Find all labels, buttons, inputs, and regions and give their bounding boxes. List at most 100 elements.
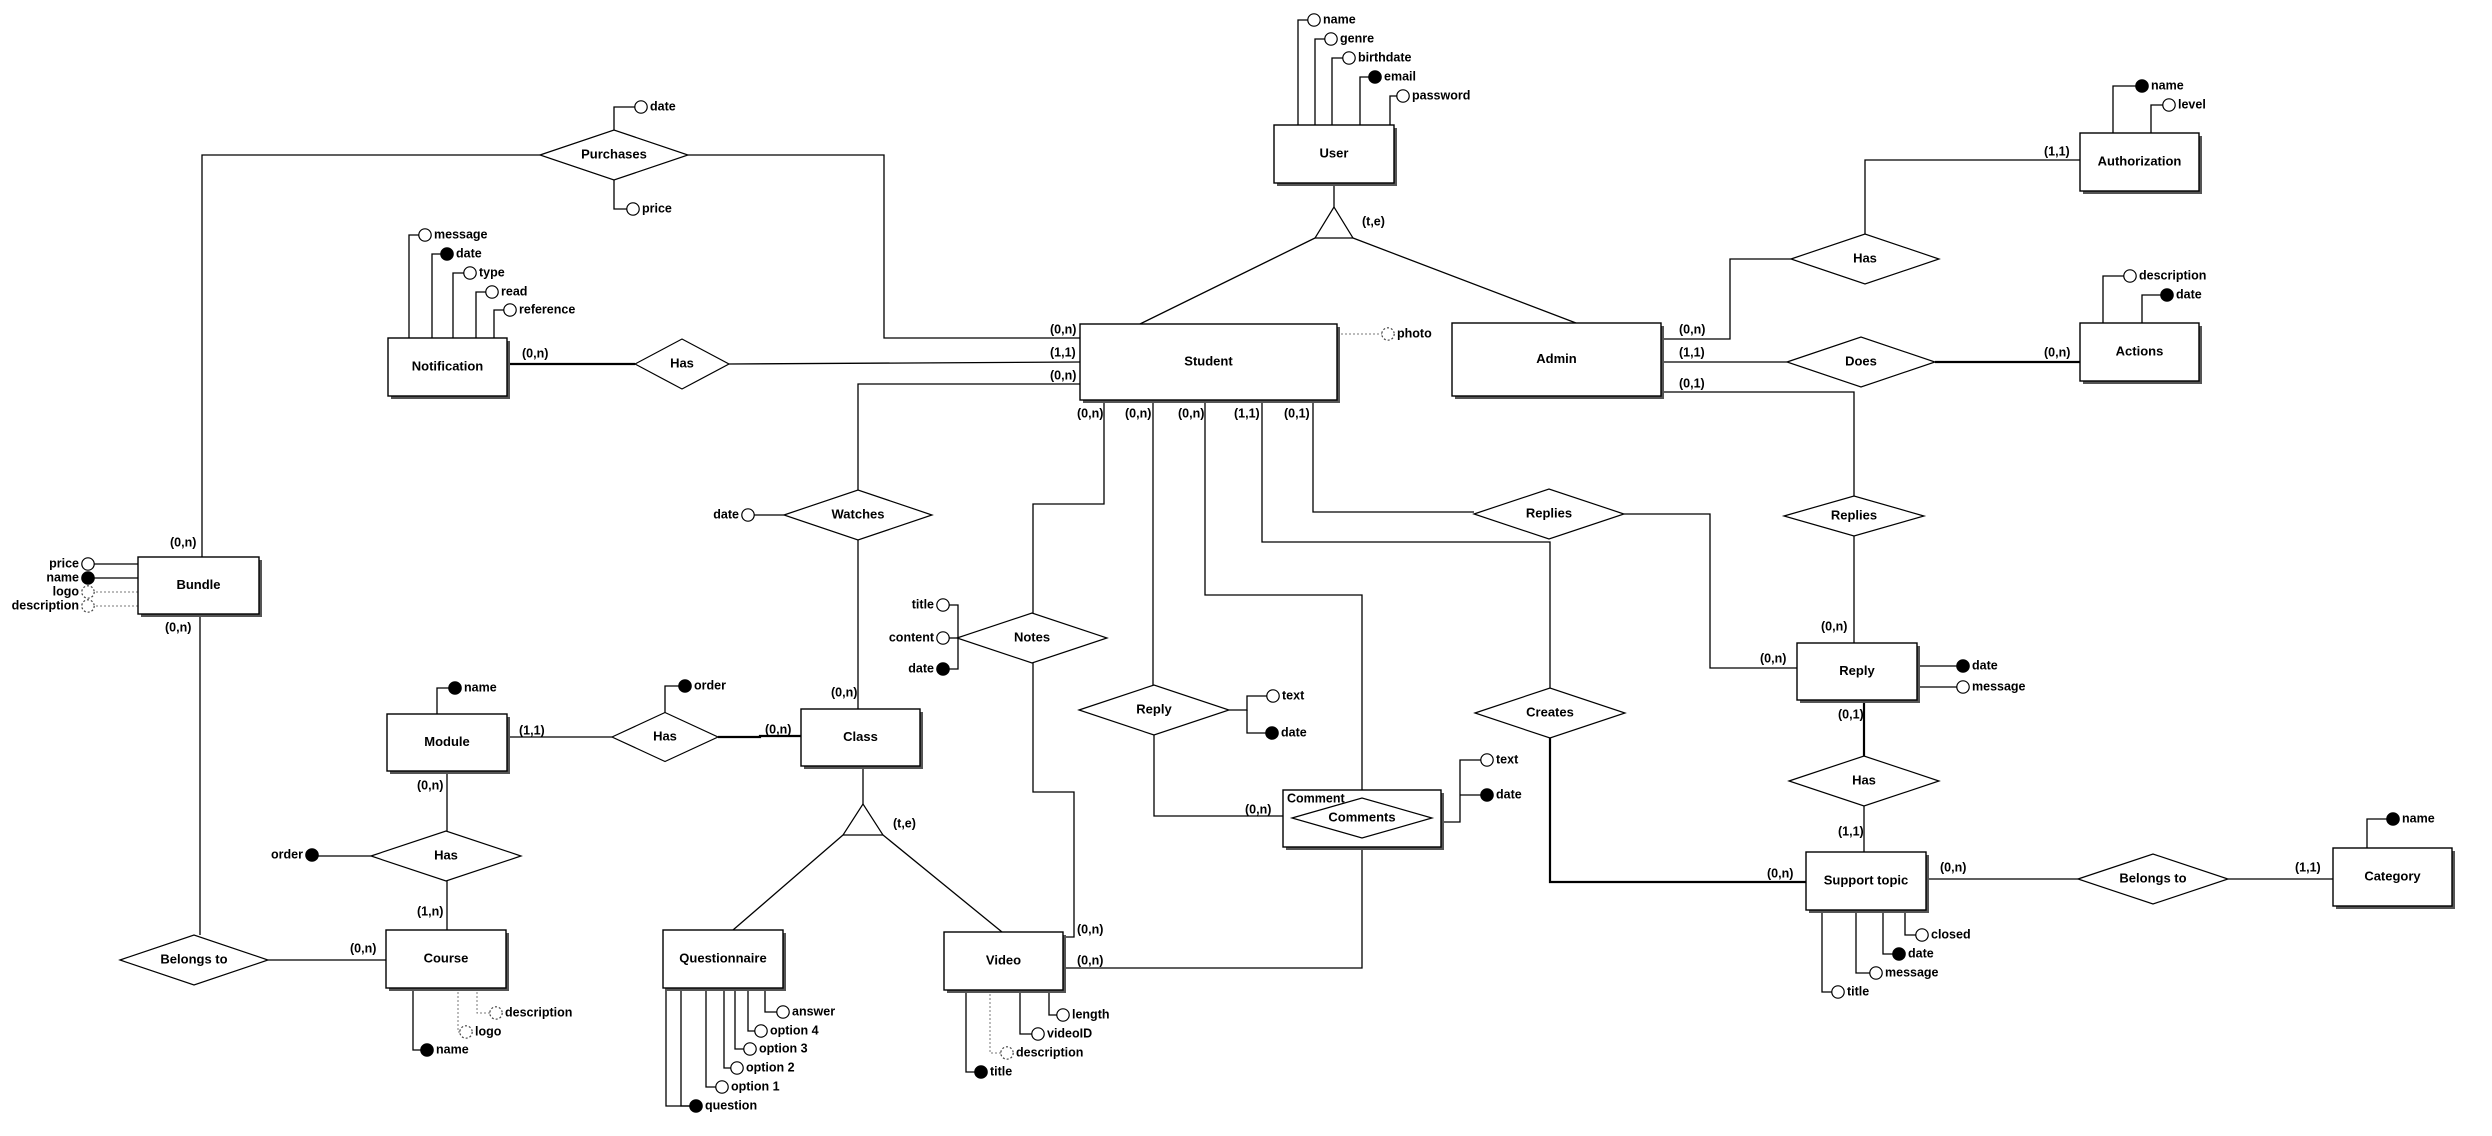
- optional-attribute-icon: [1000, 1046, 1014, 1060]
- attribute-icon: [2123, 269, 2137, 283]
- attribute-label: name: [1323, 12, 1356, 26]
- attribute-icon: [418, 228, 432, 242]
- attribute-label: name: [2402, 811, 2435, 825]
- cardinality-student-watches: (0,n): [1050, 368, 1076, 382]
- attribute-connector: [493, 309, 504, 338]
- key-attribute-icon: [2160, 288, 2174, 302]
- connector-line: [1032, 400, 1105, 613]
- attribute-icon: [1396, 89, 1410, 103]
- attribute-notification-message: [418, 228, 432, 242]
- attribute-label: price: [642, 201, 672, 215]
- attribute-label: name: [436, 1042, 469, 1056]
- attribute-label: password: [1412, 88, 1470, 102]
- optional-attribute-icon: [489, 1006, 503, 1020]
- class-specialization-triangle: [841, 802, 885, 836]
- entity-label: Admin: [1536, 351, 1577, 366]
- attribute-icon: [503, 303, 517, 317]
- cardinality-topic-creates: (0,n): [1767, 866, 1793, 880]
- attribute-course-logo: [459, 1025, 473, 1039]
- connector-line: [1063, 840, 1363, 969]
- attribute-questionnaire-option-4: [754, 1024, 768, 1038]
- attribute-module-name: [448, 681, 462, 695]
- cardinality-actions-does: (0,n): [2044, 345, 2070, 359]
- attribute-course-name: [420, 1043, 434, 1057]
- attribute-label: name: [464, 680, 497, 694]
- attribute-label: description: [12, 598, 79, 612]
- attribute-label: email: [1384, 69, 1416, 83]
- attribute-icon: [2162, 98, 2176, 112]
- attribute-icon: [936, 631, 950, 645]
- connector-line: [728, 361, 1081, 365]
- attribute-label: length: [1072, 1007, 1110, 1021]
- attribute-label: birthdate: [1358, 50, 1412, 64]
- attribute-questionnaire-answer: [776, 1005, 790, 1019]
- attribute-label: price: [49, 556, 79, 570]
- attribute-icon: [1324, 32, 1338, 46]
- attribute-questionnaire-option-2: [730, 1061, 744, 1075]
- attribute-user-password: [1396, 89, 1410, 103]
- attribute-video-videoid: [1031, 1027, 1045, 1041]
- attribute-label: order: [694, 678, 726, 692]
- cardinality-reply-has: (0,1): [1838, 707, 1864, 721]
- connector-line: [1548, 738, 1806, 884]
- attribute-connector: [475, 291, 486, 338]
- attribute-connector: [2150, 104, 2163, 133]
- attribute-connector: [1882, 910, 1893, 955]
- key-attribute-icon: [1265, 726, 1279, 740]
- attribute-connector: [1331, 57, 1343, 125]
- relationship-label: Belongs to: [160, 951, 227, 966]
- attribute-connector: [705, 988, 716, 1088]
- cardinality-comment-reply: (0,n): [1245, 802, 1271, 816]
- cardinality-topic-has: (1,1): [1838, 824, 1864, 838]
- attribute-notes-content: [936, 631, 950, 645]
- attribute-student-photo: [1381, 327, 1395, 341]
- cardinality-bundle-belongs-to: (0,n): [165, 620, 191, 634]
- attribute-icon: [741, 508, 755, 522]
- attribute-connector: [747, 988, 755, 1032]
- cardinality-module-has-course: (0,n): [417, 778, 443, 792]
- connector-line: [857, 383, 1080, 490]
- attribute-icon: [485, 285, 499, 299]
- attribute-notification-date: [440, 247, 454, 261]
- entity-label: Student: [1184, 353, 1233, 368]
- attribute-label: logo: [53, 584, 80, 598]
- attribute-comments-text: [1480, 753, 1494, 767]
- attribute-support-topic-title: [1831, 985, 1845, 999]
- cardinality-course-has-module: (1,n): [417, 904, 443, 918]
- attribute-connector: [2112, 85, 2136, 133]
- attribute-connector: [764, 988, 777, 1013]
- connector-line: [882, 834, 1003, 933]
- entity-label: User: [1320, 145, 1349, 160]
- attribute-authorization-name: [2135, 79, 2149, 93]
- attribute-connector: [1229, 695, 1267, 711]
- entity-label: Reply: [1839, 663, 1875, 678]
- attribute-connector: [1821, 910, 1832, 993]
- entity-label: Questionnaire: [679, 950, 766, 965]
- attribute-icon: [936, 598, 950, 612]
- cardinality-student-comments: (0,n): [1178, 406, 1204, 420]
- relationship-label: Has: [434, 847, 458, 862]
- attribute-connector: [476, 988, 490, 1014]
- entity-label: Authorization: [2098, 153, 2182, 168]
- attribute-icon: [1342, 51, 1356, 65]
- entity-label: Support topic: [1824, 872, 1909, 887]
- attribute-notification-read: [485, 285, 499, 299]
- attribute-support-topic-date: [1892, 947, 1906, 961]
- attribute-label: message: [1972, 679, 2026, 693]
- attribute-label: content: [889, 630, 935, 644]
- attribute-notification-type: [463, 266, 477, 280]
- attribute-icon: [1266, 689, 1280, 703]
- key-attribute-icon: [689, 1099, 703, 1113]
- attribute-notification-reference: [503, 303, 517, 317]
- connector-line: [1624, 513, 1797, 669]
- attribute-connector: [431, 253, 441, 338]
- optional-attribute-icon: [459, 1025, 473, 1039]
- key-attribute-icon: [936, 662, 950, 676]
- attribute-label: option 1: [731, 1079, 780, 1093]
- attribute-icon: [1869, 966, 1883, 980]
- attribute-user-birthdate: [1342, 51, 1356, 65]
- attribute-connector: [452, 272, 464, 338]
- attribute-label: genre: [1340, 31, 1374, 45]
- attribute-connector: [436, 687, 449, 714]
- attribute-connector: [734, 988, 744, 1050]
